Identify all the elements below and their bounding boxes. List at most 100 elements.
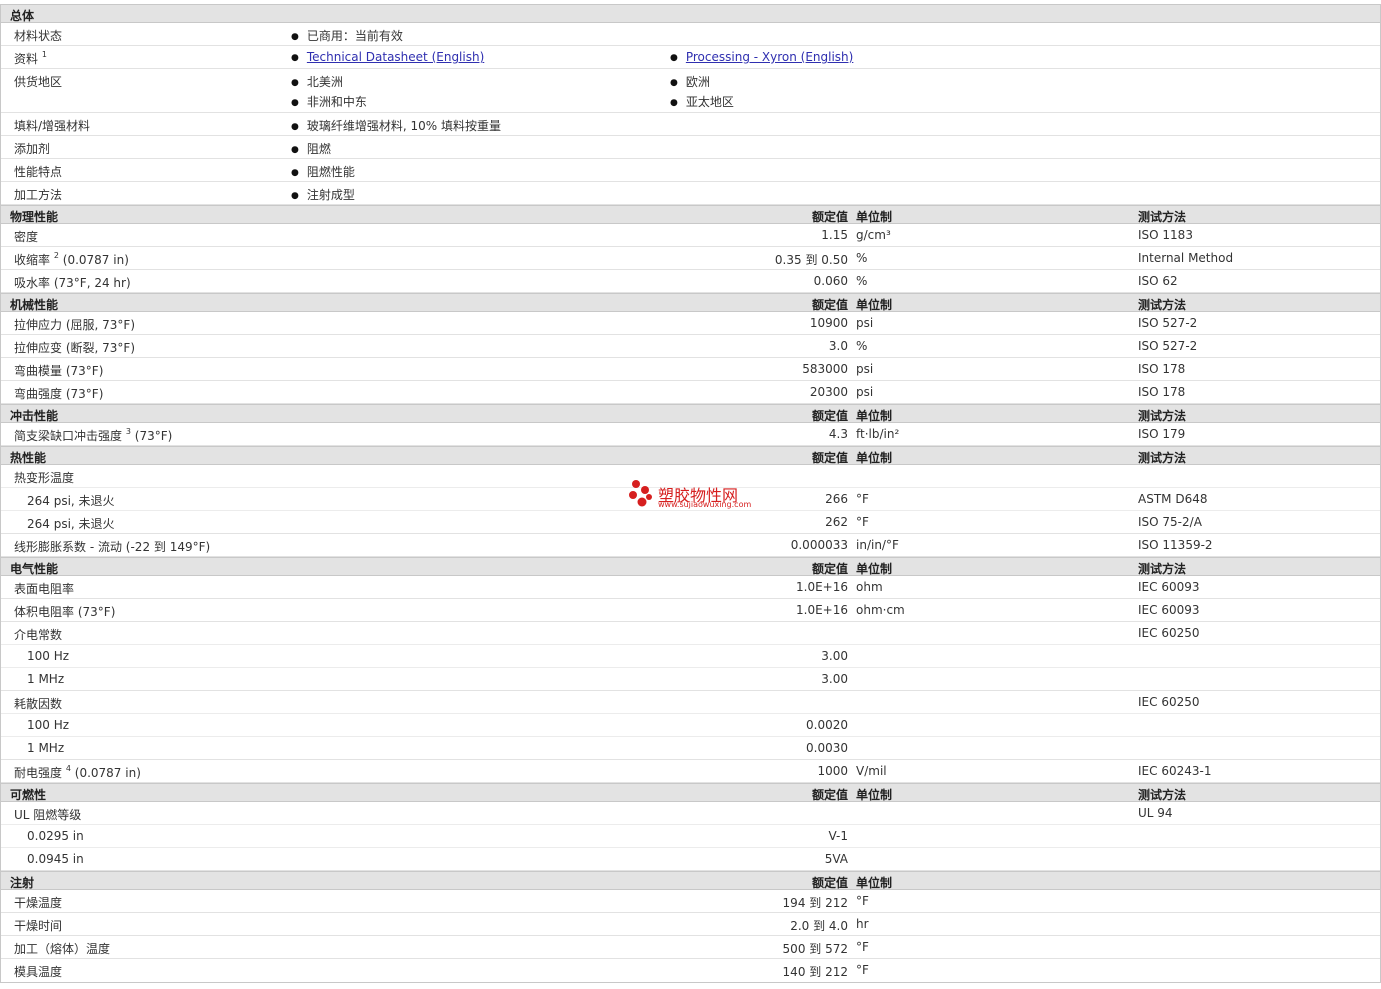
row-label: 0.0295 in: [27, 829, 84, 843]
row-shrinkage: 收缩率 2 (0.0787 in) 0.35 到 0.50 % Internal…: [1, 247, 1380, 270]
col-method: 测试方法: [1138, 562, 1187, 576]
region-item: 北美洲: [291, 73, 343, 90]
row-dielectric-strength: 耐电强度 4 (0.0787 in) 1000 V/mil IEC 60243-…: [1, 760, 1380, 783]
row-label: 供货地区: [14, 75, 63, 89]
col-method: 测试方法: [1138, 409, 1187, 423]
row-value: 10900: [809, 316, 848, 330]
row-ul-0945: 0.0945 in 5VA: [1, 848, 1380, 871]
row-label: 拉伸应力 (屈服, 73°F): [14, 318, 136, 332]
row-label: 耐电强度 4 (0.0787 in): [14, 764, 141, 780]
row-label: UL 阻燃等级: [14, 808, 82, 822]
row-method: ISO 75-2/A: [1138, 515, 1202, 529]
row-label: 填料/增强材料: [14, 119, 91, 133]
watermark-logo: 塑胶物性网 www.sujiaowuxing.com: [628, 478, 758, 514]
row-drying-temp: 干燥温度 194 到 212 °F: [1, 890, 1380, 913]
watermark-url: www.sujiaowuxing.com: [658, 500, 752, 509]
col-rated: 额定值: [811, 409, 848, 423]
col-unit: 单位制: [856, 788, 893, 802]
row-method: ISO 178: [1138, 362, 1186, 376]
row-water-absorption: 吸水率 (73°F, 24 hr) 0.060 % ISO 62: [1, 270, 1380, 293]
row-value: 3.00: [821, 672, 848, 686]
row-unit: °F: [856, 894, 869, 908]
status-value: 已商用：当前有效: [291, 27, 403, 44]
doc-bullet-2: Processing - Xyron (English): [670, 50, 853, 64]
row-method: UL 94: [1138, 806, 1173, 820]
process-value: 注射成型: [291, 186, 355, 203]
row-unit: %: [856, 251, 868, 265]
section-title: 电气性能: [10, 562, 59, 576]
row-value: 1.0E+16: [796, 603, 848, 617]
row-label: 弯曲强度 (73°F): [14, 387, 104, 401]
section-header-physical: 物理性能 额定值 单位制 测试方法: [1, 205, 1380, 224]
row-dielectric-1mhz: 1 MHz 3.00: [1, 668, 1380, 691]
row-label: 弯曲模量 (73°F): [14, 364, 104, 378]
row-drying-time: 干燥时间 2.0 到 4.0 hr: [1, 913, 1380, 936]
row-value: 0.0030: [806, 741, 848, 755]
row-label: 加工方法: [14, 188, 63, 202]
row-value: 140 到 212: [782, 965, 848, 979]
row-value: 0.000033: [790, 538, 848, 552]
row-value: 583000: [802, 362, 848, 376]
col-method: 测试方法: [1138, 298, 1187, 312]
section-header-thermal: 热性能 额定值 单位制 测试方法: [1, 446, 1380, 465]
row-unit: psi: [856, 362, 874, 376]
row-unit: %: [856, 339, 868, 353]
col-unit: 单位制: [856, 876, 893, 890]
row-dielectric-constant: 介电常数 IEC 60250: [1, 622, 1380, 645]
row-value: 0.0020: [806, 718, 848, 732]
row-value: 1.15: [821, 228, 848, 242]
row-value: 3.00: [821, 649, 848, 663]
row-label: 性能特点: [14, 165, 63, 179]
row-unit: V/mil: [856, 764, 887, 778]
row-label: 264 psi, 未退火: [27, 494, 115, 508]
row-unit: °F: [856, 940, 869, 954]
row-filler: 填料/增强材料 玻璃纤维增强材料, 10% 填料按重量: [1, 113, 1380, 136]
row-melt-temp: 加工（熔体）温度 500 到 572 °F: [1, 936, 1380, 959]
row-label: 264 psi, 未退火: [27, 517, 115, 531]
region-item: 欧洲: [670, 73, 710, 90]
row-unit: hr: [856, 917, 869, 931]
row-label: 100 Hz: [27, 718, 70, 732]
row-unit: ft·lb/in²: [856, 427, 900, 441]
row-label: 吸水率 (73°F, 24 hr): [14, 276, 131, 290]
row-additive: 添加剂 阻燃: [1, 136, 1380, 159]
section-header-mechanical: 机械性能 额定值 单位制 测试方法: [1, 293, 1380, 312]
col-unit: 单位制: [856, 451, 893, 465]
row-unit: ohm: [856, 580, 883, 594]
section-title: 机械性能: [10, 298, 59, 312]
row-method: IEC 60250: [1138, 626, 1200, 640]
row-label: 0.0945 in: [27, 852, 84, 866]
row-value: 194 到 212: [782, 896, 848, 910]
row-value: 0.35 到 0.50: [774, 253, 848, 267]
row-volume-resistivity: 体积电阻率 (73°F) 1.0E+16 ohm·cm IEC 60093: [1, 599, 1380, 622]
col-rated: 额定值: [811, 210, 848, 224]
row-label: 添加剂: [14, 142, 51, 156]
row-status: 材料状态 已商用：当前有效: [1, 23, 1380, 46]
row-value: 3.0: [828, 339, 848, 353]
feature-value: 阻燃性能: [291, 163, 355, 180]
row-value: 20300: [809, 385, 848, 399]
section-header-injection: 注射 额定值 单位制: [1, 871, 1380, 890]
row-label: 体积电阻率 (73°F): [14, 605, 116, 619]
row-value: 266: [825, 492, 848, 506]
row-unit: psi: [856, 385, 874, 399]
section-header-flammability: 可燃性 额定值 单位制 测试方法: [1, 783, 1380, 802]
row-tensile-stress: 拉伸应力 (屈服, 73°F) 10900 psi ISO 527-2: [1, 312, 1380, 335]
processing-guide-link[interactable]: Processing - Xyron (English): [686, 50, 853, 64]
row-value: 262: [825, 515, 848, 529]
col-rated: 额定值: [811, 788, 848, 802]
technical-datasheet-link[interactable]: Technical Datasheet (English): [307, 50, 484, 64]
row-ul-0295: 0.0295 in V-1: [1, 825, 1380, 848]
row-value: 4.3: [828, 427, 848, 441]
row-label: 耗散因数: [14, 697, 63, 711]
row-label: 线形膨胀系数 - 流动 (-22 到 149°F): [14, 540, 211, 554]
row-label-docs: 资料 1: [14, 50, 47, 66]
row-label: 1 MHz: [27, 672, 65, 686]
col-unit: 单位制: [856, 409, 893, 423]
row-value: 1.0E+16: [796, 580, 848, 594]
section-title: 热性能: [10, 451, 47, 465]
section-title: 总体: [10, 9, 35, 23]
row-hdt-iso: 264 psi, 未退火 262 °F ISO 75-2/A: [1, 511, 1380, 534]
row-unit: in/in/°F: [856, 538, 899, 552]
col-unit: 单位制: [856, 298, 893, 312]
